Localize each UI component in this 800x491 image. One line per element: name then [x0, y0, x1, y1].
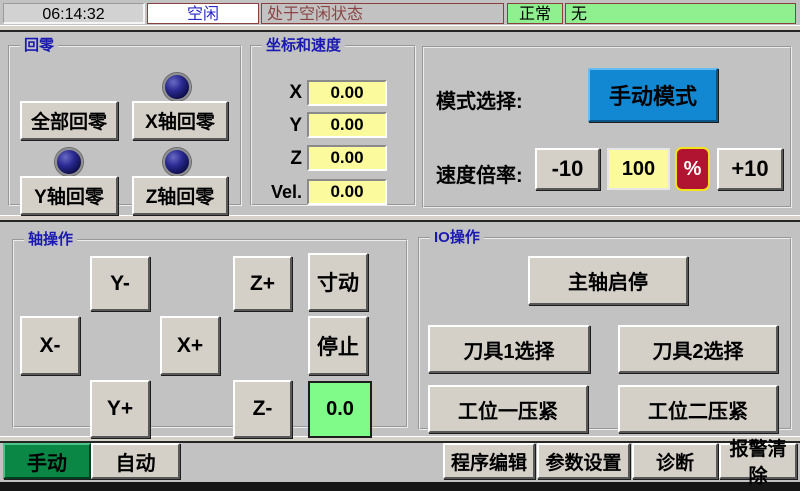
jog-mode-button[interactable]: 寸动	[308, 253, 368, 311]
machine-mode-indicator: 空闲	[147, 3, 259, 24]
coord-label-y: Y	[254, 115, 302, 137]
mode-panel: 模式选择: 手动模式 速度倍率: -10 100 % +10	[422, 46, 792, 208]
clock: 06:14:32	[3, 3, 145, 24]
io-panel: IO操作 主轴启停 刀具1选择 刀具2选择 工位一压紧 工位二压紧	[418, 230, 792, 430]
mode-select-label: 模式选择:	[436, 85, 523, 114]
coords-panel: 坐标和速度 X 0.00 Y 0.00 Z 0.00 Vel. 0.00	[250, 38, 416, 206]
tool1-select-button[interactable]: 刀具1选择	[428, 325, 590, 373]
coord-label-vel: Vel.	[254, 182, 302, 203]
hmi-screen: 06:14:32 空闲 处于空闲状态 正常 无 回零 全部回零 X轴回零 Y轴回…	[0, 0, 800, 491]
home-all-button[interactable]: 全部回零	[20, 101, 118, 140]
coord-label-x: X	[254, 82, 302, 104]
coord-value-z: 0.00	[307, 145, 387, 171]
divider-middle	[0, 215, 800, 222]
alarm-state-badge: 正常	[507, 3, 563, 24]
nav-program-edit-button[interactable]: 程序编辑	[443, 443, 535, 479]
spindle-start-stop-button[interactable]: 主轴启停	[528, 256, 688, 305]
led-z-home-icon	[163, 148, 191, 176]
home-x-button[interactable]: X轴回零	[132, 101, 228, 140]
axis-z-minus-button[interactable]: Z-	[233, 380, 292, 438]
axis-y-minus-button[interactable]: Y-	[90, 256, 150, 311]
speed-value-display: 100	[607, 148, 670, 190]
coord-label-z: Z	[254, 148, 302, 170]
axis-panel-title: 轴操作	[24, 232, 77, 247]
coord-value-vel: 0.00	[307, 179, 387, 205]
homing-panel-title: 回零	[20, 38, 58, 53]
homing-panel: 回零 全部回零 X轴回零 Y轴回零 Z轴回零	[8, 38, 242, 206]
coord-value-y: 0.00	[307, 112, 387, 138]
alarm-message: 无	[565, 3, 796, 24]
led-y-home-icon	[55, 148, 83, 176]
axis-y-plus-button[interactable]: Y+	[90, 380, 150, 438]
stop-button[interactable]: 停止	[308, 316, 368, 375]
speed-rate-label: 速度倍率:	[436, 159, 523, 188]
percent-sign: %	[675, 147, 710, 191]
station1-clamp-button[interactable]: 工位一压紧	[428, 385, 588, 433]
tool2-select-button[interactable]: 刀具2选择	[618, 325, 778, 373]
led-x-home-icon	[163, 73, 191, 101]
axis-panel: 轴操作 Y- Z+ 寸动 X- X+ 停止 Y+ Z- 0.0	[12, 232, 408, 428]
axis-z-plus-button[interactable]: Z+	[233, 256, 292, 311]
nav-alarm-clear-button[interactable]: 报警清除	[719, 443, 797, 479]
speed-decrease-button[interactable]: -10	[535, 148, 600, 190]
nav-auto-button[interactable]: 自动	[91, 443, 180, 479]
nav-param-settings-button[interactable]: 参数设置	[537, 443, 630, 479]
bottom-strip	[0, 482, 800, 491]
home-z-button[interactable]: Z轴回零	[132, 176, 228, 215]
manual-mode-button[interactable]: 手动模式	[588, 68, 718, 122]
speed-increase-button[interactable]: +10	[717, 148, 783, 190]
station2-clamp-button[interactable]: 工位二压紧	[618, 385, 778, 433]
divider-top	[0, 25, 800, 32]
jog-step-value[interactable]: 0.0	[308, 381, 372, 438]
status-message: 处于空闲状态	[261, 3, 504, 24]
io-panel-title: IO操作	[430, 230, 484, 245]
axis-x-minus-button[interactable]: X-	[20, 316, 80, 375]
coord-value-x: 0.00	[307, 80, 387, 106]
nav-diagnosis-button[interactable]: 诊断	[632, 443, 718, 479]
nav-manual-button[interactable]: 手动	[3, 443, 91, 479]
axis-x-plus-button[interactable]: X+	[160, 316, 220, 375]
coords-panel-title: 坐标和速度	[262, 38, 345, 53]
home-y-button[interactable]: Y轴回零	[20, 176, 118, 215]
